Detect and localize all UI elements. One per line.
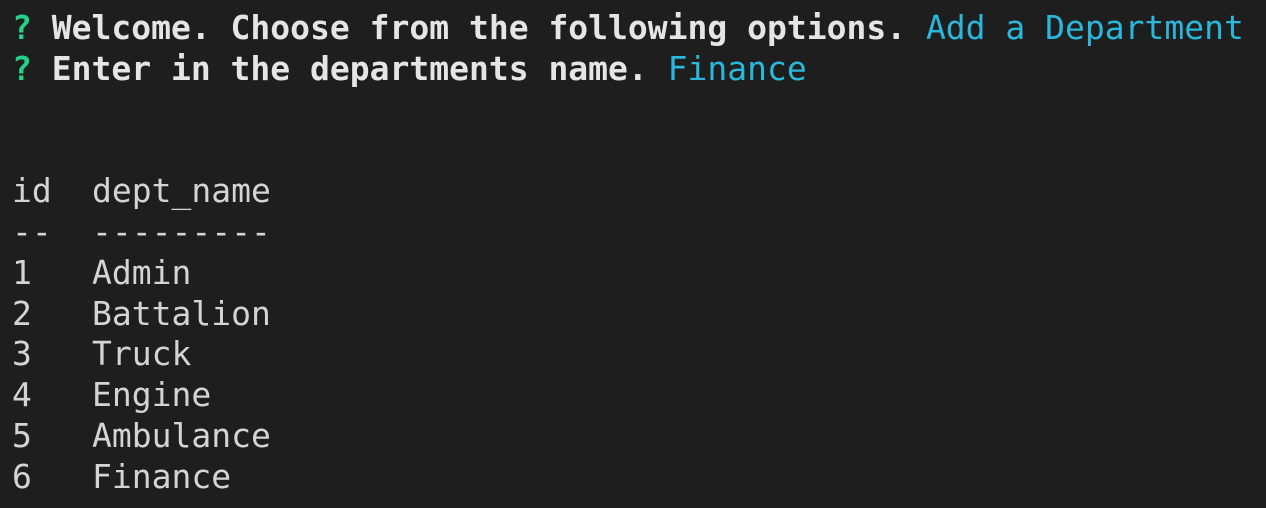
- row-dept-name: Battalion: [92, 293, 271, 333]
- table-row: 6 Finance: [12, 457, 1266, 498]
- table-separator: -- ---------: [12, 212, 1266, 253]
- prompt-line-2: ? Enter in the departments name. Finance: [12, 49, 1266, 90]
- separator-dept-name: ---------: [92, 211, 271, 251]
- prompt-line-1: ? Welcome. Choose from the following opt…: [12, 8, 1266, 49]
- row-id: 2: [12, 293, 32, 333]
- row-dept-name: Ambulance: [92, 415, 271, 455]
- table-header: id dept_name: [12, 171, 1266, 212]
- row-id: 3: [12, 334, 32, 374]
- header-dept-name: dept_name: [92, 171, 271, 211]
- prompt-answer: Finance: [667, 48, 807, 88]
- row-dept-name: Truck: [92, 334, 192, 374]
- table-row: 1 Admin: [12, 253, 1266, 294]
- row-id: 5: [12, 415, 32, 455]
- terminal-output[interactable]: ? Welcome. Choose from the following opt…: [0, 0, 1266, 508]
- prompt-question: Welcome. Choose from the following optio…: [51, 8, 907, 47]
- header-id: id: [12, 171, 52, 211]
- table-row: 2 Battalion: [12, 294, 1266, 335]
- prompt-answer: Add a Department: [925, 8, 1244, 47]
- prompt-marker: ?: [12, 48, 32, 88]
- table-row: 5 Ambulance: [12, 416, 1266, 457]
- prompt-marker: ?: [12, 8, 32, 47]
- row-id: 1: [12, 252, 32, 292]
- row-dept-name: Finance: [92, 456, 232, 496]
- table-row: 4 Engine: [12, 375, 1266, 416]
- separator-id: --: [12, 211, 52, 251]
- row-dept-name: Admin: [92, 252, 192, 292]
- row-id: 4: [12, 375, 32, 415]
- prompt-question: Enter in the departments name.: [51, 48, 648, 88]
- table-row: 3 Truck: [12, 334, 1266, 375]
- row-id: 6: [12, 456, 32, 496]
- row-dept-name: Engine: [92, 375, 212, 415]
